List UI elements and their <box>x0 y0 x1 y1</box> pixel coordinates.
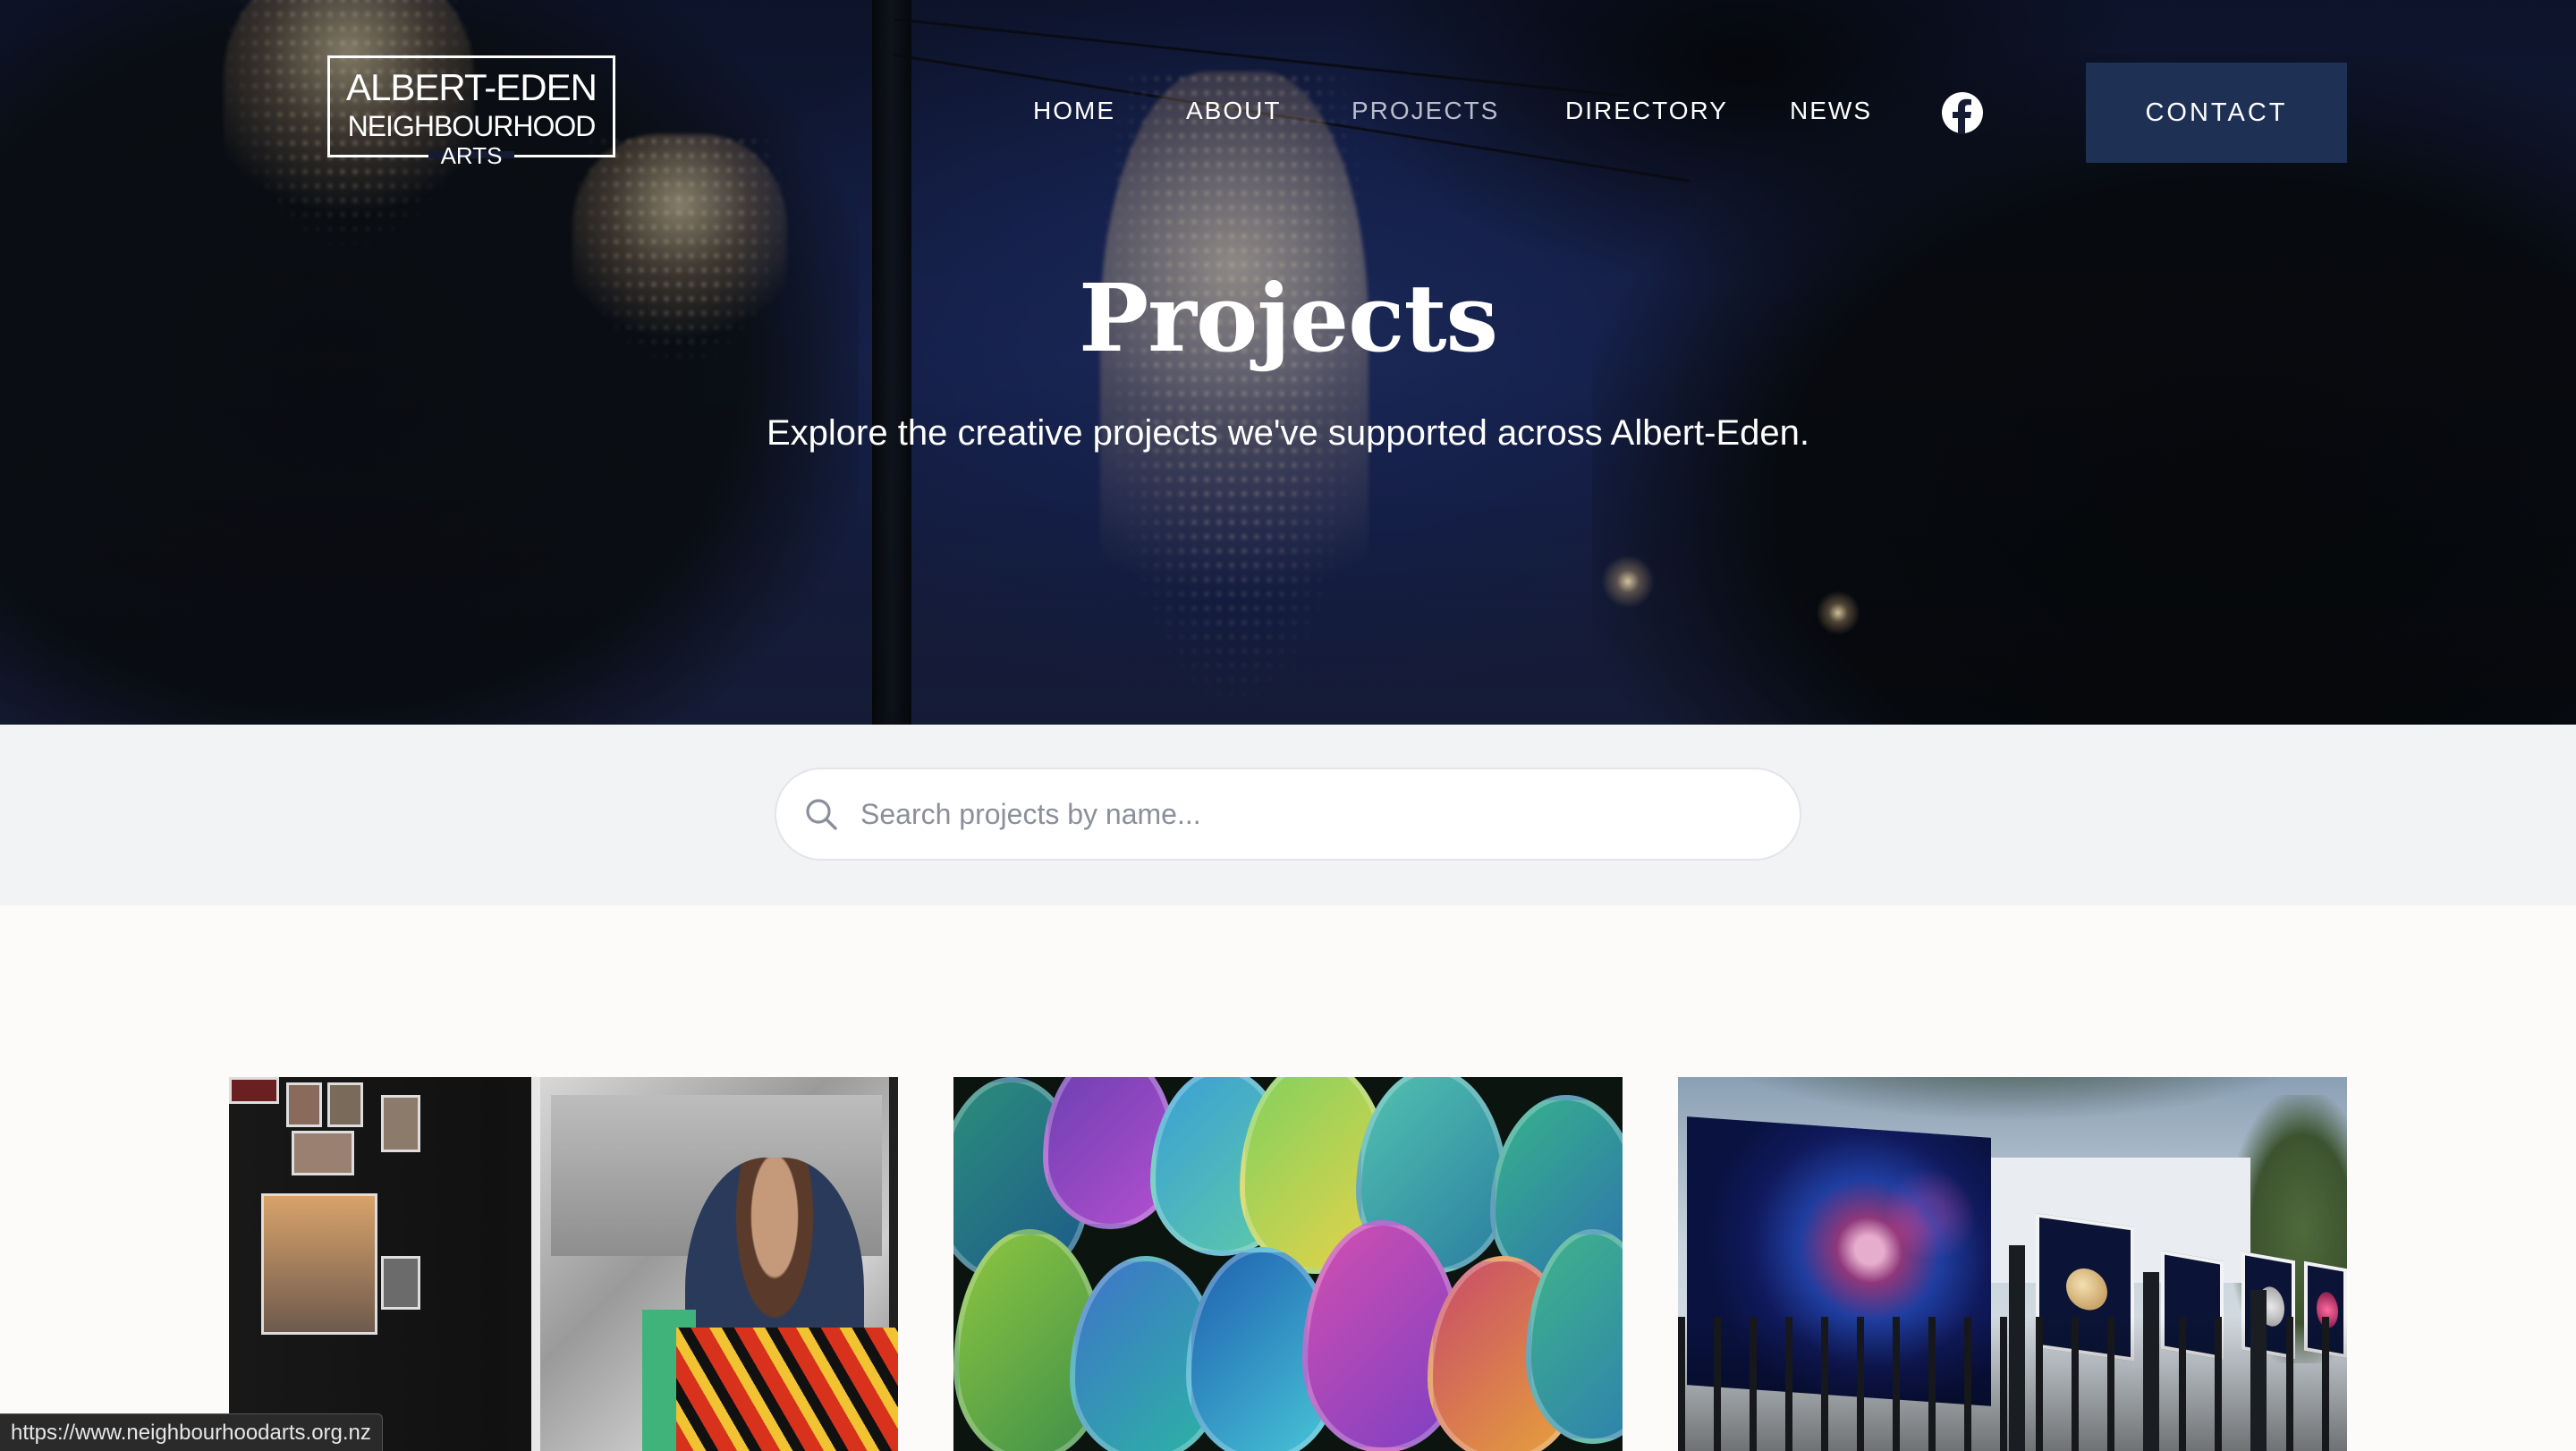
project-card-image[interactable] <box>1678 1077 2347 1451</box>
logo-line-3: ARTS <box>440 142 503 169</box>
nav-projects[interactable]: PROJECTS <box>1352 97 1499 125</box>
status-bar-url: https://www.neighbourhoodarts.org.nz <box>0 1413 383 1451</box>
search-icon <box>806 799 837 830</box>
project-card-image[interactable] <box>229 1077 898 1451</box>
nav-home[interactable]: HOME <box>1033 97 1115 125</box>
page-title: Projects <box>1078 263 1498 373</box>
logo-line-1: ALBERT-EDEN <box>346 66 597 108</box>
site-logo[interactable]: ALBERT-EDEN NEIGHBOURHOOD ARTS <box>327 55 615 167</box>
project-card-image[interactable] <box>953 1077 1623 1451</box>
nav-news[interactable]: NEWS <box>1790 97 1872 125</box>
search-box[interactable] <box>775 768 1801 861</box>
hero-banner: ALBERT-EDEN NEIGHBOURHOOD ARTS HOME ABOU… <box>0 0 2576 725</box>
nav-about[interactable]: ABOUT <box>1186 97 1281 125</box>
search-section <box>0 725 2576 905</box>
nav-directory[interactable]: DIRECTORY <box>1565 97 1728 125</box>
facebook-icon[interactable] <box>1941 91 1984 134</box>
logo-line-2: NEIGHBOURHOOD <box>347 110 597 142</box>
search-input[interactable] <box>860 787 1755 841</box>
contact-button[interactable]: CONTACT <box>2086 63 2347 163</box>
page-subtitle: Explore the creative projects we've supp… <box>766 413 1809 453</box>
